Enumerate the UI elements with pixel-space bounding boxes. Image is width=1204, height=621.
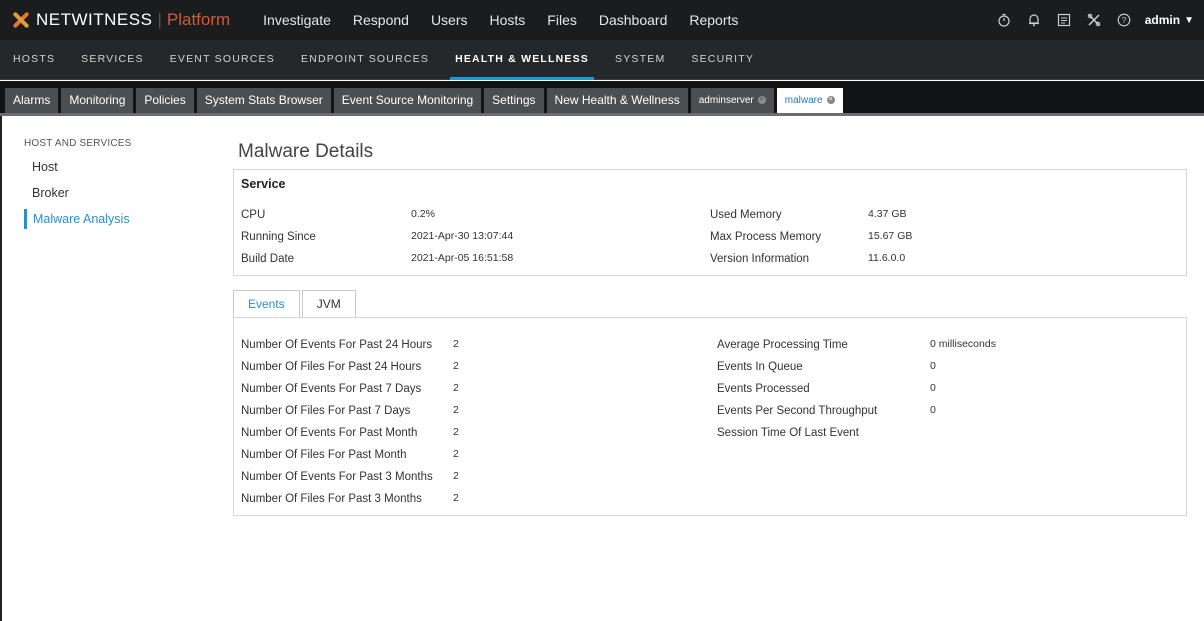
version-information-value: 11.6.0.0	[868, 252, 906, 264]
events-panel: Number Of Events For Past 24 Hours 2 Num…	[233, 317, 1187, 516]
used-memory-label: Used Memory	[710, 209, 782, 221]
tab-adminserver-label: adminserver	[698, 95, 754, 106]
sub-nav-event-sources[interactable]: EVENT SOURCES	[157, 40, 288, 80]
top-nav-hosts[interactable]: Hosts	[490, 12, 526, 28]
files-24h-label: Number Of Files For Past 24 Hours	[241, 361, 422, 373]
tab-adminserver[interactable]: adminserver ×	[690, 88, 774, 113]
sub-nav: HOSTS SERVICES EVENT SOURCES ENDPOINT SO…	[0, 40, 1204, 80]
events-processed-value: 0	[930, 382, 936, 394]
sub-nav-health-wellness[interactable]: HEALTH & WELLNESS	[442, 40, 602, 80]
eps-throughput-value: 0	[930, 404, 936, 416]
tab-new-health-wellness[interactable]: New Health & Wellness	[546, 88, 688, 113]
service-panel-title: Service	[241, 177, 286, 191]
tab-events[interactable]: Events	[233, 290, 300, 318]
top-right-tools: ? admin ▼	[989, 0, 1194, 40]
files-7d-value: 2	[453, 404, 459, 416]
tab-jvm[interactable]: JVM	[301, 290, 356, 318]
used-memory-value: 4.37 GB	[868, 208, 907, 220]
files-7d-label: Number Of Files For Past 7 Days	[241, 405, 411, 417]
brand-product: Platform	[166, 10, 231, 29]
build-date-label: Build Date	[241, 253, 295, 265]
events-month-label: Number Of Events For Past Month	[241, 427, 418, 439]
cpu-value: 0.2%	[411, 208, 435, 220]
top-nav-files[interactable]: Files	[547, 12, 577, 28]
page-title: Malware Details	[238, 141, 374, 162]
tab-alarms[interactable]: Alarms	[5, 88, 59, 113]
brand-separator: |	[157, 10, 162, 29]
chevron-down-icon: ▼	[1184, 14, 1194, 26]
close-icon[interactable]: ×	[757, 96, 766, 105]
events-3m-label: Number Of Events For Past 3 Months	[241, 471, 433, 483]
top-nav-reports[interactable]: Reports	[689, 12, 738, 28]
top-nav-users[interactable]: Users	[431, 12, 468, 28]
top-nav: Investigate Respond Users Hosts Files Da…	[252, 0, 749, 40]
sidebar-heading: HOST AND SERVICES	[24, 138, 132, 149]
session-time-last-event-label: Session Time Of Last Event	[717, 427, 859, 439]
tools-icon[interactable]	[1087, 13, 1101, 27]
events-7d-value: 2	[453, 382, 459, 394]
sub-nav-endpoint-sources[interactable]: ENDPOINT SOURCES	[288, 40, 442, 80]
files-month-value: 2	[453, 448, 459, 460]
sub-nav-system[interactable]: SYSTEM	[602, 40, 678, 80]
sidebar-item-malware-analysis[interactable]: Malware Analysis	[24, 209, 204, 229]
netwitness-logo-icon	[10, 10, 32, 30]
user-name: admin	[1144, 13, 1181, 27]
max-process-memory-label: Max Process Memory	[710, 231, 822, 243]
events-24h-label: Number Of Events For Past 24 Hours	[241, 339, 433, 351]
sidebar-item-broker[interactable]: Broker	[24, 183, 204, 209]
running-since-label: Running Since	[241, 231, 316, 243]
top-nav-respond[interactable]: Respond	[353, 12, 409, 28]
top-nav-dashboard[interactable]: Dashboard	[599, 12, 668, 28]
tab-event-source-monitoring[interactable]: Event Source Monitoring	[333, 88, 482, 113]
sidebar: HOST AND SERVICES Host Broker Malware An…	[24, 138, 204, 229]
close-icon[interactable]: ×	[826, 96, 835, 105]
events-3m-value: 2	[453, 470, 459, 482]
tab-malware-label: malware	[784, 95, 823, 106]
help-icon[interactable]: ?	[1117, 13, 1131, 27]
events-in-queue-label: Events In Queue	[717, 361, 803, 373]
tab-policies[interactable]: Policies	[136, 88, 194, 113]
events-in-queue-value: 0	[930, 360, 936, 372]
detail-tabs: Events JVM	[233, 290, 358, 318]
tab-system-stats-browser[interactable]: System Stats Browser	[196, 88, 331, 113]
tab-settings[interactable]: Settings	[484, 88, 544, 113]
sub-nav-hosts[interactable]: HOSTS	[0, 40, 68, 80]
sub-nav-services[interactable]: SERVICES	[68, 40, 157, 80]
files-24h-value: 2	[453, 360, 459, 372]
running-since-value: 2021-Apr-30 13:07:44	[411, 230, 514, 242]
top-bar: NETWITNESS | Platform Investigate Respon…	[0, 0, 1204, 40]
avg-processing-time-value: 0 milliseconds	[930, 338, 996, 350]
tab-monitoring[interactable]: Monitoring	[61, 88, 134, 113]
events-24h-value: 2	[453, 338, 459, 350]
eps-throughput-label: Events Per Second Throughput	[717, 405, 878, 417]
stopwatch-icon[interactable]	[997, 13, 1011, 27]
events-month-value: 2	[453, 426, 459, 438]
events-7d-label: Number Of Events For Past 7 Days	[241, 383, 422, 395]
bell-icon[interactable]	[1027, 13, 1041, 27]
tab-malware[interactable]: malware ×	[776, 88, 843, 113]
sub-nav-security[interactable]: SECURITY	[678, 40, 767, 80]
brand-name: NETWITNESS	[36, 10, 153, 29]
svg-text:?: ?	[1122, 16, 1127, 25]
notes-icon[interactable]	[1057, 13, 1071, 27]
max-process-memory-value: 15.67 GB	[868, 230, 913, 242]
user-menu[interactable]: admin ▼	[1145, 13, 1194, 27]
sidebar-item-host[interactable]: Host	[24, 157, 204, 183]
events-processed-label: Events Processed	[717, 383, 810, 395]
build-date-value: 2021-Apr-05 16:51:58	[411, 252, 514, 264]
top-nav-investigate[interactable]: Investigate	[263, 12, 331, 28]
window-left-edge	[0, 116, 2, 621]
logo[interactable]: NETWITNESS | Platform	[0, 0, 230, 40]
files-3m-value: 2	[453, 492, 459, 504]
avg-processing-time-label: Average Processing Time	[717, 339, 848, 351]
files-3m-label: Number Of Files For Past 3 Months	[241, 493, 422, 505]
cpu-label: CPU	[241, 209, 266, 221]
files-month-label: Number Of Files For Past Month	[241, 449, 407, 461]
version-information-label: Version Information	[710, 253, 810, 265]
service-panel: Service CPU 0.2% Running Since 2021-Apr-…	[233, 169, 1187, 276]
tab-bar: Alarms Monitoring Policies System Stats …	[0, 81, 1204, 116]
